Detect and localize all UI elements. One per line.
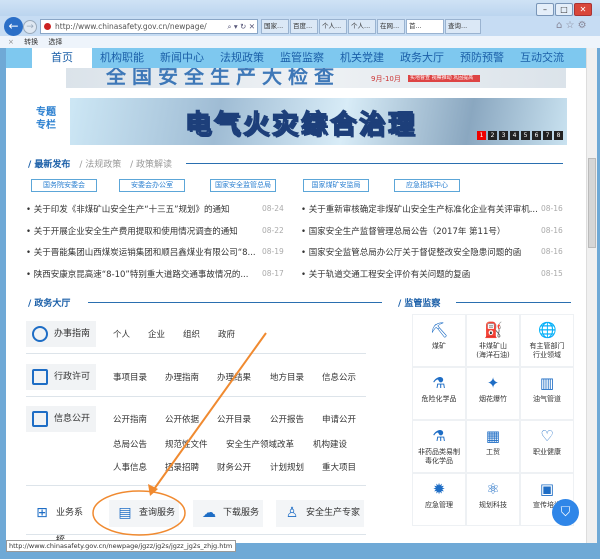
shield-float-button[interactable]: ⛉ [552,499,579,526]
annotation-arrow-line [151,332,267,493]
annotation-overlay [92,332,267,536]
annotation-ellipse [92,490,186,536]
status-url: http://www.chinasafety.gov.cn/newpage/jg… [6,540,236,552]
